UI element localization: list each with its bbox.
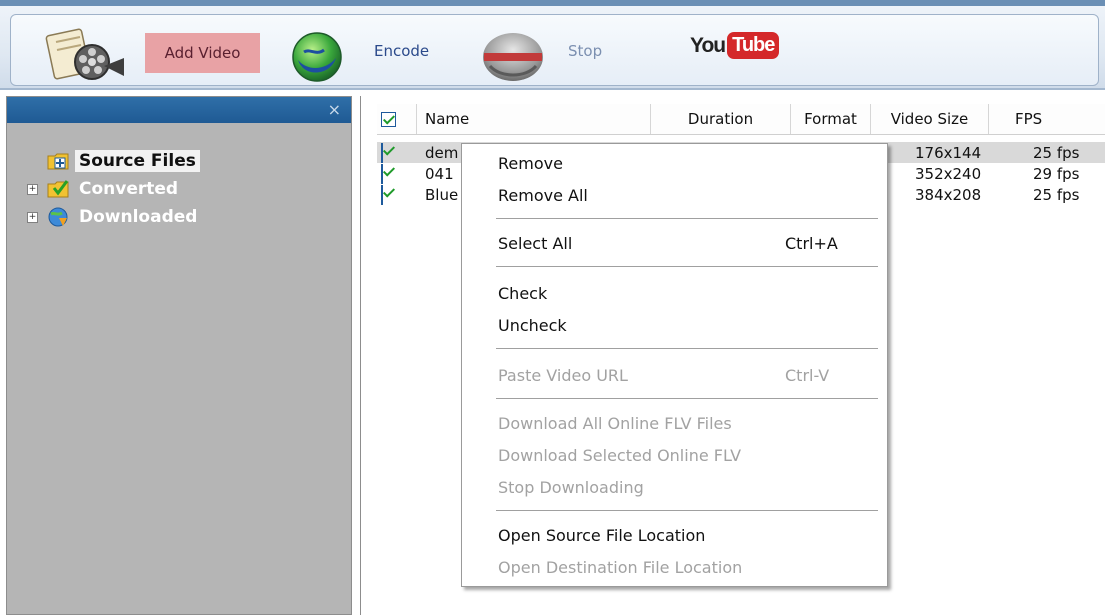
tree-item-downloaded[interactable]: + Downloaded [7, 203, 201, 231]
menu-separator [496, 398, 878, 400]
menu-item-check[interactable]: Check [498, 284, 547, 303]
menu-shortcut-select-all: Ctrl+A [785, 234, 838, 253]
folder-add-icon [47, 150, 69, 172]
folder-tree: Source Files + Converted + Downloaded [7, 147, 201, 231]
menu-shortcut-paste: Ctrl-V [785, 366, 830, 385]
row-video-size: 176x144 [915, 143, 982, 162]
left-panel-header: × [7, 97, 351, 123]
stop-button[interactable]: Stop [568, 42, 602, 60]
menu-item-stop-downloading[interactable]: Stop Downloading [498, 478, 644, 497]
column-header-format[interactable]: Format [791, 104, 871, 134]
checkbox[interactable] [381, 111, 396, 127]
checkbox[interactable] [381, 163, 383, 184]
encode-button[interactable]: Encode [374, 42, 429, 60]
tree-item-label: Source Files [75, 150, 200, 172]
menu-separator [496, 510, 878, 512]
youtube-logo[interactable]: You Tube [690, 32, 780, 59]
column-header-video-size[interactable]: Video Size [871, 104, 989, 134]
globe-download-icon [47, 206, 69, 228]
stop-icon[interactable] [480, 30, 546, 84]
checkbox[interactable] [381, 184, 383, 205]
youtube-logo-you: You [690, 33, 726, 57]
row-checkbox[interactable] [377, 142, 417, 163]
row-video-size: 352x240 [915, 164, 982, 183]
column-header-name[interactable]: Name [417, 104, 651, 134]
menu-item-uncheck[interactable]: Uncheck [498, 316, 567, 335]
tree-item-source-files[interactable]: Source Files [7, 147, 201, 175]
menu-separator [496, 218, 878, 220]
row-checkbox[interactable] [377, 163, 417, 184]
row-fps: 25 fps [1033, 143, 1080, 162]
column-header-fps[interactable]: FPS [989, 104, 1069, 134]
add-video-icon[interactable] [42, 28, 132, 84]
column-header-duration[interactable]: Duration [651, 104, 791, 134]
row-fps: 29 fps [1033, 164, 1080, 183]
tree-item-label: Downloaded [79, 207, 198, 227]
select-all-checkbox[interactable] [377, 104, 417, 134]
menu-item-download-selected[interactable]: Download Selected Online FLV [498, 446, 741, 465]
list-header: Name Duration Format Video Size FPS [377, 104, 1105, 135]
context-menu: Remove Remove All Select All Ctrl+A Chec… [461, 143, 888, 587]
close-icon[interactable]: × [328, 100, 341, 119]
menu-item-download-all[interactable]: Download All Online FLV Files [498, 414, 732, 433]
row-checkbox[interactable] [377, 184, 417, 205]
checkbox[interactable] [381, 142, 383, 163]
toolbar: Add Video Encode Stop You Tube [0, 0, 1105, 90]
menu-item-open-destination-location[interactable]: Open Destination File Location [498, 558, 742, 577]
menu-item-remove-all[interactable]: Remove All [498, 186, 588, 205]
app-window: Add Video Encode Stop You Tube × Source … [0, 0, 1105, 615]
add-video-button[interactable]: Add Video [145, 33, 260, 73]
menu-separator [496, 266, 878, 268]
folder-check-icon [47, 178, 69, 200]
tree-item-label: Converted [79, 179, 179, 199]
encode-icon[interactable] [290, 30, 344, 84]
menu-item-paste-video-url[interactable]: Paste Video URL [498, 366, 628, 385]
youtube-logo-tube: Tube [727, 32, 780, 59]
menu-item-select-all[interactable]: Select All [498, 234, 572, 253]
expand-icon[interactable]: + [27, 211, 38, 223]
left-panel: × Source Files + Converted + Downloaded [6, 96, 352, 615]
expand-icon[interactable]: + [27, 183, 38, 195]
menu-item-open-source-location[interactable]: Open Source File Location [498, 526, 705, 545]
row-fps: 25 fps [1033, 185, 1080, 204]
menu-separator [496, 348, 878, 350]
row-video-size: 384x208 [915, 185, 982, 204]
tree-item-converted[interactable]: + Converted [7, 175, 201, 203]
menu-item-remove[interactable]: Remove [498, 154, 563, 173]
